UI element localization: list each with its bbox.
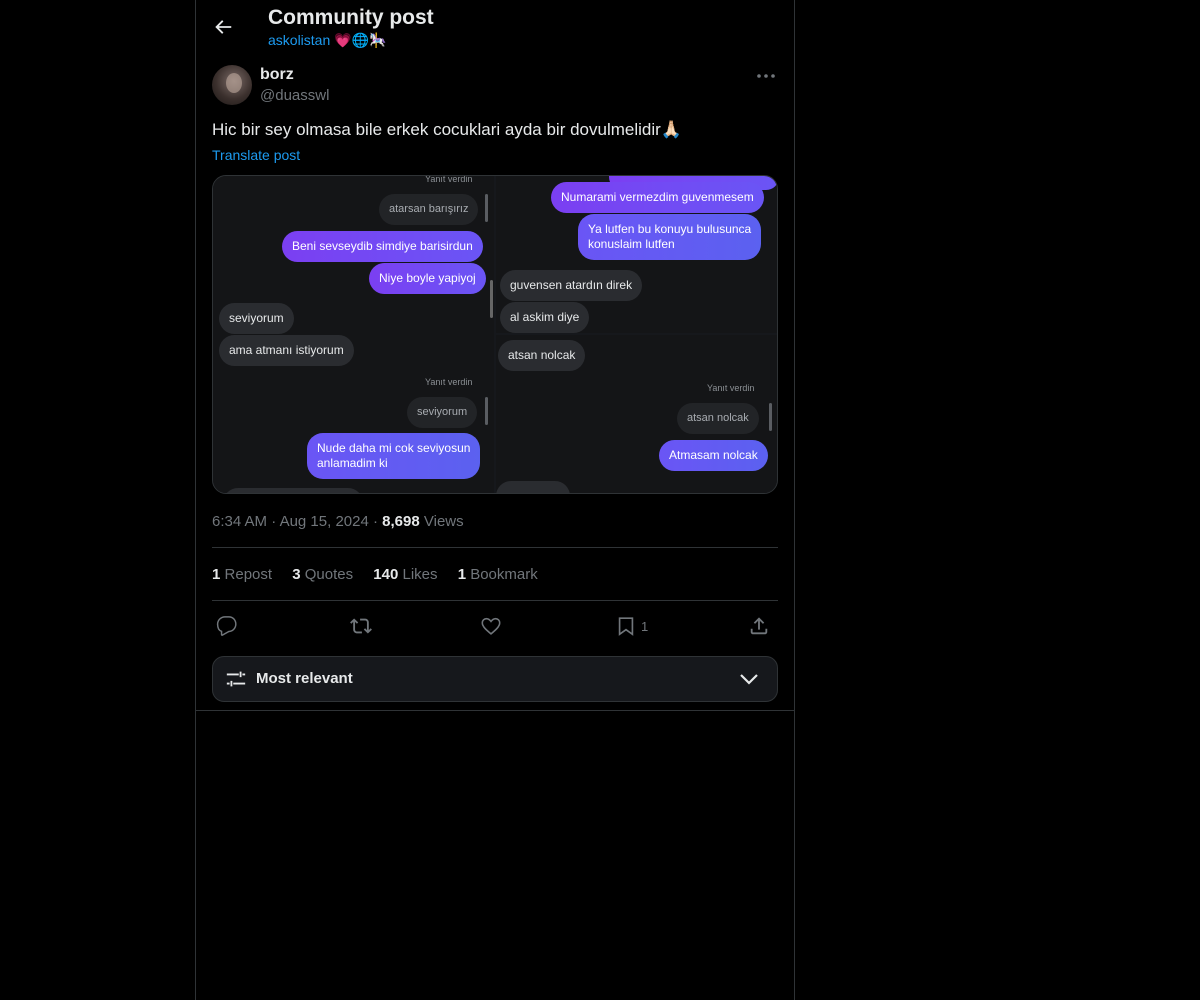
post-media[interactable]: Yanıt verdin atarsan barışırız Beni sevs… bbox=[212, 175, 778, 494]
meta-separator: · bbox=[271, 513, 280, 530]
quotes-label: Quotes bbox=[304, 566, 354, 583]
reply-label: Yanıt verdin bbox=[707, 383, 755, 393]
likes-stat[interactable]: 140 Likes bbox=[373, 566, 437, 583]
quotes-stat[interactable]: 3 Quotes bbox=[292, 566, 353, 583]
author-name[interactable]: borz bbox=[260, 66, 294, 84]
post-meta: 6:34 AM · Aug 15, 2024 · 8,698 Views bbox=[212, 513, 464, 530]
like-icon bbox=[481, 617, 501, 635]
screenshot-top-right: Numarami vermezdim guvenmesem Ya lutfen … bbox=[496, 176, 777, 333]
meta-separator: · bbox=[372, 513, 383, 530]
reply-button[interactable] bbox=[216, 614, 238, 638]
header: Community post askolistan 💗🌐🎠 bbox=[196, 0, 794, 56]
sent-message: Beni sevseydib simdiye barisirdun bbox=[282, 231, 483, 262]
reposts-count: 1 bbox=[212, 566, 221, 583]
reply-label: Yanıt verdin bbox=[425, 176, 473, 184]
like-button[interactable] bbox=[480, 614, 502, 638]
reply-icon bbox=[216, 616, 237, 636]
screenshot-bottom-right: atsan nolcak Yanıt verdin atsan nolcak A… bbox=[496, 335, 777, 493]
translate-post-link[interactable]: Translate post bbox=[212, 147, 300, 163]
sort-sliders-icon bbox=[226, 671, 246, 687]
sent-message-line: anlamadim ki bbox=[317, 456, 388, 470]
sent-message: Atmasam nolcak bbox=[659, 440, 768, 471]
bookmark-button[interactable]: 1 bbox=[615, 614, 648, 638]
quoted-message: atarsan barışırız bbox=[379, 194, 479, 225]
chevron-down-icon bbox=[740, 674, 758, 685]
divider bbox=[212, 547, 778, 548]
reposts-label: Repost bbox=[224, 566, 273, 583]
author-handle[interactable]: @duasswl bbox=[260, 87, 329, 104]
quotes-count: 3 bbox=[292, 566, 301, 583]
screenshot-left: Yanıt verdin atarsan barışırız Beni sevs… bbox=[213, 176, 494, 493]
bookmarks-count: 1 bbox=[457, 566, 467, 583]
bookmark-icon bbox=[618, 617, 634, 636]
views-label: Views bbox=[423, 513, 464, 530]
quoted-message: atsan nolcak bbox=[677, 403, 759, 434]
sort-replies-dropdown[interactable]: Most relevant bbox=[212, 656, 778, 702]
sent-message: Ya lutfen bu konuyu bulusunca konuslaim … bbox=[578, 214, 762, 260]
sent-message: Numarami vermezdim guvenmesem bbox=[551, 182, 764, 213]
post-author: borz @duasswl bbox=[212, 64, 778, 108]
received-message: seviyorum bbox=[219, 303, 294, 334]
share-button[interactable] bbox=[748, 614, 770, 638]
views-count: 8,698 bbox=[382, 513, 420, 530]
divider bbox=[196, 710, 794, 711]
sent-message-line: Ya lutfen bu konuyu bulusunca bbox=[588, 222, 752, 236]
post-time[interactable]: 6:34 AM bbox=[212, 513, 267, 530]
received-message-partial bbox=[223, 488, 363, 493]
bookmarks-label: Bookmark bbox=[470, 566, 538, 583]
quoted-message: seviyorum bbox=[407, 397, 478, 428]
sent-message: Niye boyle yapiyoj bbox=[369, 263, 486, 294]
sent-message-line: Nude daha mi cok seviyosun bbox=[317, 441, 471, 455]
bookmarks-stat[interactable]: 1 Bookmark bbox=[458, 566, 538, 583]
reposts-stat[interactable]: 1 Repost bbox=[212, 566, 272, 583]
reply-label: Yanıt verdin bbox=[425, 377, 473, 387]
post-date[interactable]: Aug 15, 2024 bbox=[280, 513, 369, 530]
repost-button[interactable] bbox=[350, 614, 372, 638]
repost-icon bbox=[350, 618, 372, 634]
community-link[interactable]: askolistan 💗🌐🎠 bbox=[268, 32, 386, 49]
likes-label: Likes bbox=[402, 566, 438, 583]
share-icon bbox=[750, 617, 768, 635]
quote-bar bbox=[485, 194, 488, 222]
received-message: atsan nolcak bbox=[498, 340, 586, 371]
bookmark-count: 1 bbox=[641, 618, 649, 634]
received-message: al askim diye bbox=[500, 302, 590, 333]
sent-message-line: konuslaim lutfen bbox=[588, 237, 675, 251]
page-title: Community post bbox=[268, 6, 434, 29]
sort-label: Most relevant bbox=[256, 670, 353, 687]
more-icon[interactable] bbox=[754, 68, 778, 84]
main-column: Community post askolistan 💗🌐🎠 borz @duas… bbox=[195, 0, 795, 1000]
received-message: guvensen atardın direk bbox=[500, 270, 643, 301]
action-bar: 1 bbox=[212, 612, 778, 640]
divider bbox=[212, 600, 778, 601]
back-arrow-icon[interactable] bbox=[212, 16, 234, 38]
quote-bar bbox=[769, 403, 772, 431]
scrollbar bbox=[490, 280, 493, 318]
post-text: Hic bir sey olmasa bile erkek cocuklari … bbox=[212, 120, 682, 139]
post-stats: 1 Repost 3 Quotes 140 Likes 1 Bookmark bbox=[212, 566, 554, 583]
sent-message: Nude daha mi cok seviyosun anlamadim ki bbox=[307, 433, 481, 479]
likes-count: 140 bbox=[373, 566, 399, 583]
quote-bar bbox=[485, 397, 488, 425]
avatar[interactable] bbox=[212, 65, 252, 105]
received-message: ama atmanı istiyorum bbox=[219, 335, 354, 366]
received-message-partial bbox=[496, 481, 570, 493]
